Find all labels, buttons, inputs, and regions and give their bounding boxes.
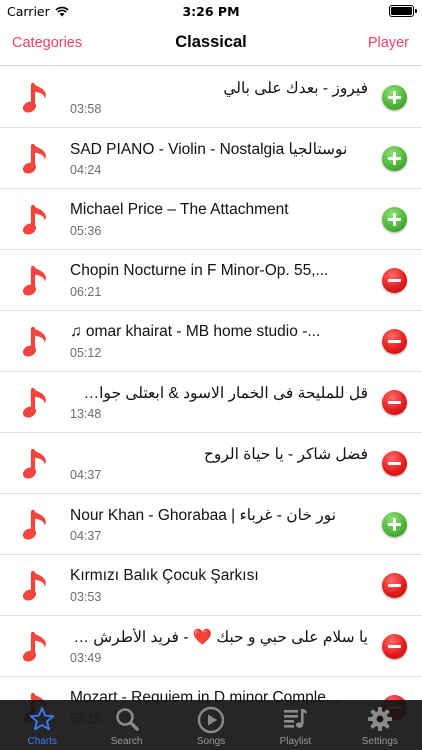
song-title: Kırmızı Balık Çocuk Şarkısı xyxy=(70,567,259,584)
player-button[interactable]: Player xyxy=(368,35,409,51)
music-note-icon xyxy=(22,448,46,479)
remove-song-button[interactable] xyxy=(382,451,407,476)
song-row[interactable]: Nour Khan - Ghorabaa | نور خان - غرباء 04… xyxy=(0,494,422,555)
add-song-button[interactable] xyxy=(382,85,407,110)
song-duration: 04:37 xyxy=(70,529,102,543)
add-song-button[interactable] xyxy=(382,146,407,171)
battery-icon xyxy=(389,5,417,17)
tab-songs[interactable]: Songs xyxy=(169,700,253,750)
status-bar: Carrier 3:26 PM xyxy=(0,0,422,22)
tab-bar: Charts Search Songs Playlist Settings xyxy=(0,700,422,750)
tab-playlist[interactable]: Playlist xyxy=(253,700,337,750)
song-duration: 06:21 xyxy=(70,285,102,299)
music-note-icon xyxy=(22,509,46,540)
song-duration: 05:12 xyxy=(70,346,102,360)
music-note-icon xyxy=(22,82,46,113)
song-title: Michael Price – The Attachment xyxy=(70,201,289,218)
music-note-icon xyxy=(22,143,46,174)
music-note-icon xyxy=(22,631,46,662)
music-note-icon xyxy=(22,326,46,357)
song-row[interactable]: Chopin Nocturne in F Minor-Op. 55,... 06:… xyxy=(0,250,422,311)
tab-label: Charts xyxy=(27,736,57,747)
song-row[interactable]: فيروز - بعدك على بالي 03:58 xyxy=(0,67,422,128)
song-row[interactable]: Kırmızı Balık Çocuk Şarkısı 03:53 xyxy=(0,555,422,616)
page-title: Classical xyxy=(175,33,247,51)
song-duration: 13:48 xyxy=(70,407,102,421)
song-duration: 03:58 xyxy=(70,102,102,116)
remove-song-button[interactable] xyxy=(382,268,407,293)
song-title: Chopin Nocturne in F Minor-Op. 55,... xyxy=(70,262,329,279)
song-duration: 05:36 xyxy=(70,224,102,238)
star-icon xyxy=(30,707,55,731)
remove-song-button[interactable] xyxy=(382,634,407,659)
song-title: فيروز - بعدك على بالي xyxy=(223,80,368,97)
song-duration: 04:37 xyxy=(70,468,102,482)
navigation-bar: Categories Classical Player xyxy=(0,22,422,66)
song-title: قل للمليحة فى الخمار الاسود & ابعتلى جوا… xyxy=(70,385,368,402)
tab-settings[interactable]: Settings xyxy=(338,700,422,750)
tab-label: Playlist xyxy=(279,736,312,747)
tab-label: Search xyxy=(110,736,143,747)
song-row[interactable]: SAD PIANO - Violin - Nostalgia نوستالجيا… xyxy=(0,128,422,189)
song-title: SAD PIANO - Violin - Nostalgia نوستالجيا xyxy=(70,141,348,158)
music-note-icon xyxy=(22,387,46,418)
tab-label: Songs xyxy=(196,736,226,747)
song-row[interactable]: يا سلام على حبي و حبك ❤️ - فريد الأطرش و… xyxy=(0,616,422,677)
song-row[interactable]: فضل شاكر - يا حياة الروح 04:37 xyxy=(0,433,422,494)
song-list: فيروز - بعدك على بالي 03:58 SAD PIANO - Vi… xyxy=(0,67,422,738)
song-duration: 04:24 xyxy=(70,163,102,177)
song-title: يا سلام على حبي و حبك ❤️ - فريد الأطرش و… xyxy=(70,629,368,646)
song-duration: 03:53 xyxy=(70,590,102,604)
remove-song-button[interactable] xyxy=(382,329,407,354)
music-note-icon xyxy=(22,204,46,235)
song-title: ♫ omar khairat - MB home studio -... xyxy=(70,323,321,340)
playlist-icon xyxy=(284,709,307,728)
tab-search[interactable]: Search xyxy=(84,700,168,750)
music-note-icon xyxy=(22,570,46,601)
song-title: فضل شاكر - يا حياة الروح xyxy=(203,446,368,463)
song-title: Nour Khan - Ghorabaa | نور خان - غرباء xyxy=(70,507,337,524)
song-duration: 03:49 xyxy=(70,651,102,665)
magnifier-icon xyxy=(115,708,139,731)
remove-song-button[interactable] xyxy=(382,573,407,598)
play-circle-icon xyxy=(197,706,225,734)
add-song-button[interactable] xyxy=(382,512,407,537)
song-row[interactable]: ♫ omar khairat - MB home studio -... 05:1… xyxy=(0,311,422,372)
tab-label: Settings xyxy=(361,736,398,747)
status-time: 3:26 PM xyxy=(182,4,240,19)
song-row[interactable]: قل للمليحة فى الخمار الاسود & ابعتلى جوا… xyxy=(0,372,422,433)
remove-song-button[interactable] xyxy=(382,390,407,415)
song-row[interactable]: Michael Price – The Attachment 05:36 xyxy=(0,189,422,250)
music-note-icon xyxy=(22,265,46,296)
tab-charts[interactable]: Charts xyxy=(0,700,84,750)
add-song-button[interactable] xyxy=(382,207,407,232)
gear-icon xyxy=(367,707,392,731)
